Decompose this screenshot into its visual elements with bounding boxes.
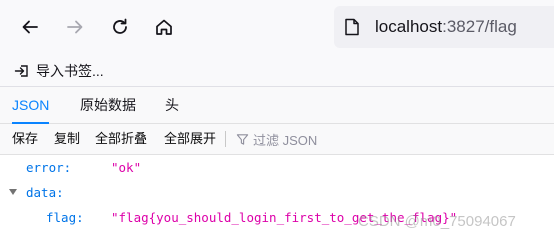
collapse-all-button[interactable]: 全部折叠	[95, 124, 147, 154]
viewer-tabs: JSON 原始数据 头	[0, 87, 554, 124]
watermark-text: CSDN @m0_75094067	[358, 213, 516, 230]
back-arrow-icon	[22, 20, 38, 34]
bookmarks-bar: 导入书签...	[0, 56, 554, 87]
import-bookmarks-label: 导入书签...	[36, 63, 104, 79]
tab-json[interactable]: JSON	[12, 87, 50, 124]
json-key-error: error:	[26, 160, 72, 175]
url-path: :3827/flag	[442, 17, 517, 36]
forward-button[interactable]	[59, 11, 91, 43]
json-value-error-row: "ok"	[111, 157, 141, 179]
json-key-flag: flag:	[46, 210, 84, 225]
filter-funnel-icon	[236, 133, 249, 145]
reload-button[interactable]	[104, 11, 136, 43]
url-host: localhost	[375, 17, 443, 36]
json-row-flag: flag:	[46, 207, 84, 229]
forward-arrow-icon	[67, 20, 83, 34]
viewer-actions: 保存 复制 全部折叠 全部展开 过滤 JSON	[0, 124, 554, 155]
import-icon	[14, 65, 28, 77]
browser-toolbar: localhost:3827/flag	[0, 0, 554, 56]
tab-headers[interactable]: 头	[165, 87, 179, 123]
reload-icon	[113, 18, 127, 34]
expand-all-button[interactable]: 全部展开	[164, 124, 216, 154]
expand-arrow-icon[interactable]	[9, 189, 17, 195]
json-key-data: data:	[26, 185, 64, 200]
back-button[interactable]	[14, 11, 46, 43]
json-row-error: error:	[26, 157, 71, 179]
url-bar[interactable]: localhost:3827/flag	[334, 6, 554, 48]
toolbar-divider	[225, 131, 226, 147]
page-icon	[345, 18, 359, 36]
copy-button[interactable]: 复制	[54, 124, 80, 154]
filter-placeholder: 过滤 JSON	[253, 132, 318, 148]
tab-raw-data[interactable]: 原始数据	[80, 87, 136, 123]
filter-json-input[interactable]: 过滤 JSON	[236, 124, 317, 154]
save-button[interactable]: 保存	[12, 124, 38, 154]
import-bookmarks-item[interactable]: 导入书签...	[14, 61, 104, 81]
home-icon	[156, 19, 172, 35]
json-row-data[interactable]: data:	[0, 182, 120, 204]
home-button[interactable]	[148, 11, 180, 43]
json-value-error: "ok"	[111, 160, 142, 175]
url-text[interactable]: localhost:3827/flag	[375, 17, 517, 37]
